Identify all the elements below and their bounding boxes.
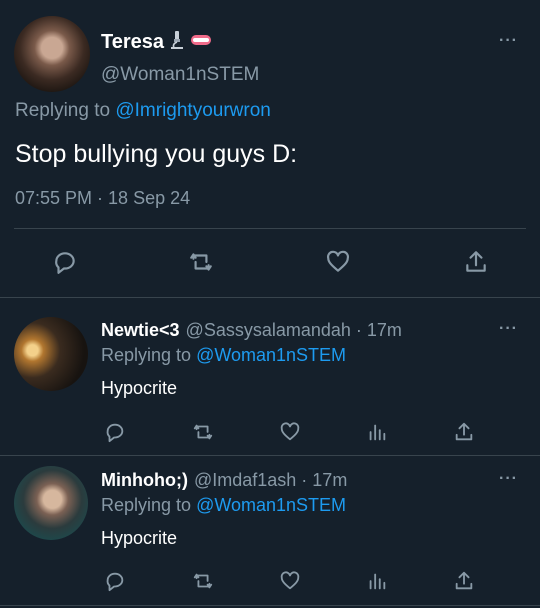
reply-icon[interactable] [50,247,80,277]
reply-time[interactable]: · 17m [356,320,402,341]
reply-icon[interactable] [100,566,130,596]
replying-to-link[interactable]: @Woman1nSTEM [196,345,346,365]
author-row: Minhoho;) @Imdaf1ash · 17m [101,470,347,491]
share-icon[interactable] [449,417,479,447]
replying-to-link[interactable]: @Imrightyourwron [115,100,271,121]
reply-time[interactable]: · 17m [301,470,347,491]
share-icon[interactable] [461,247,491,277]
tweet-text: Hypocrite [101,528,178,548]
main-tweet: Teresa ··· @Woman1nSTEM Replying to @Imr… [0,0,540,298]
retweet-icon[interactable] [188,417,218,447]
author-name[interactable]: Newtie<3 [101,320,180,341]
replying-to-prefix: Replying to [15,100,116,121]
like-icon[interactable] [275,417,305,447]
author-handle[interactable]: @Sassysalamandah [186,320,351,341]
replying-to-prefix: Replying to [101,495,197,515]
author-row: Newtie<3 @Sassysalamandah · 17m [101,320,402,341]
replying-to: Replying to @Woman1nSTEM [101,345,346,366]
like-icon[interactable] [275,566,305,596]
more-options-icon[interactable]: ··· [499,320,518,338]
author-row: Teresa [101,30,212,55]
replying-to: Replying to @Woman1nSTEM [101,495,346,516]
divider [0,455,540,456]
replying-to-prefix: Replying to [101,345,197,365]
like-icon[interactable] [323,247,353,277]
author-handle[interactable]: @Imdaf1ash [194,470,296,491]
avatar[interactable] [14,16,90,92]
author-handle[interactable]: @Woman1nSTEM [101,64,259,86]
author-name[interactable]: Minhoho;) [101,470,188,491]
share-icon[interactable] [449,566,479,596]
replying-to: Replying to @Imrightyourwron [15,100,271,122]
divider [14,228,526,229]
avatar[interactable] [14,466,88,540]
microscope-icon [168,30,186,55]
analytics-icon[interactable] [362,566,392,596]
retweet-icon[interactable] [186,247,216,277]
divider [0,605,540,606]
tweet-text: Hypocrite [101,378,178,398]
avatar[interactable] [14,317,88,391]
analytics-icon[interactable] [362,417,392,447]
retweet-icon[interactable] [188,566,218,596]
tweet-text: Stop bullying you guys D: [15,140,298,168]
more-options-icon[interactable]: ··· [499,32,518,50]
mouth-emoji-icon [190,33,212,52]
more-options-icon[interactable]: ··· [499,470,518,488]
reply-icon[interactable] [100,417,130,447]
replying-to-link[interactable]: @Woman1nSTEM [196,495,346,515]
tweet-timestamp[interactable]: 07:55 PM · 18 Sep 24 [15,188,190,209]
author-name[interactable]: Teresa [101,31,164,54]
